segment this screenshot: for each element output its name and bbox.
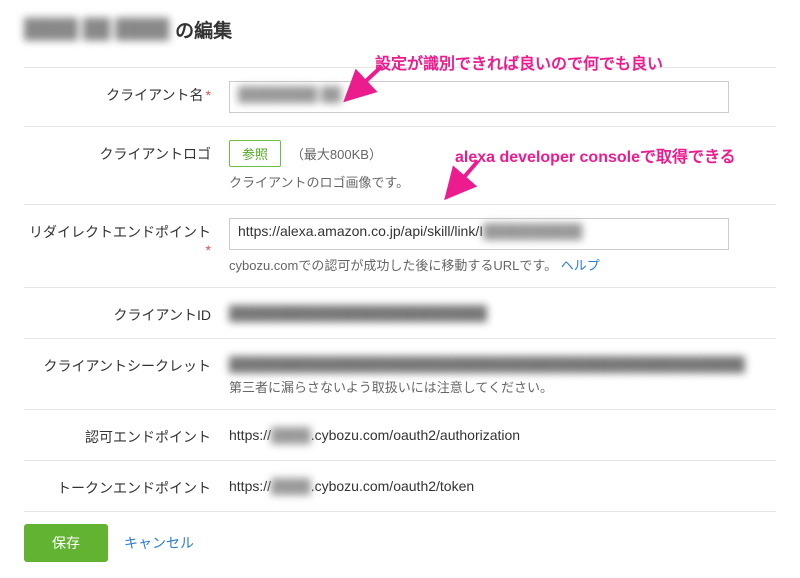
page-title-redacted: ████ ██ ████ <box>24 19 169 41</box>
row-client-name: クライアント名* ████████ ██ <box>24 67 776 126</box>
row-client-id: クライアントID ██████████████████████████ <box>24 287 776 338</box>
label-client-logo: クライアントロゴ <box>24 140 229 164</box>
token-endpoint-value: https://████.cybozu.com/oauth2/token <box>229 474 766 494</box>
help-link[interactable]: ヘルプ <box>561 258 600 273</box>
row-token-endpoint: トークンエンドポイント https://████.cybozu.com/oaut… <box>24 460 776 511</box>
redirect-endpoint-help: cybozu.comでの認可が成功した後に移動するURLです。 ヘルプ <box>229 255 766 274</box>
row-client-secret: クライアントシークレット ███████████████████████████… <box>24 338 776 409</box>
page-title: ████ ██ ████ の編集 <box>24 16 776 43</box>
client-id-value: ██████████████████████████ <box>229 301 766 321</box>
row-redirect-endpoint: リダイレクトエンドポイント* https://alexa.amazon.co.j… <box>24 204 776 287</box>
label-client-name: クライアント名* <box>24 81 229 105</box>
max-size-note: （最大800KB） <box>291 147 382 162</box>
label-auth-endpoint: 認可エンドポイント <box>24 423 229 447</box>
label-client-id: クライアントID <box>24 301 229 325</box>
client-logo-help: クライアントのロゴ画像です。 <box>229 172 766 191</box>
label-redirect-endpoint: リダイレクトエンドポイント* <box>24 218 229 258</box>
label-client-secret: クライアントシークレット <box>24 352 229 376</box>
row-auth-endpoint: 認可エンドポイント https://████.cybozu.com/oauth2… <box>24 409 776 460</box>
redirect-endpoint-input[interactable]: https://alexa.amazon.co.jp/api/skill/lin… <box>229 218 729 250</box>
browse-button[interactable]: 参照 <box>229 140 281 167</box>
label-token-endpoint: トークンエンドポイント <box>24 474 229 498</box>
client-secret-help: 第三者に漏らさないよう取扱いには注意してください。 <box>229 377 766 396</box>
footer-actions: 保存 キャンセル <box>24 511 776 578</box>
auth-endpoint-value: https://████.cybozu.com/oauth2/authoriza… <box>229 423 766 443</box>
client-name-input[interactable]: ████████ ██ <box>229 81 729 113</box>
row-client-logo: クライアントロゴ 参照 （最大800KB） クライアントのロゴ画像です。 <box>24 126 776 204</box>
page-title-suffix: の編集 <box>175 16 232 43</box>
cancel-link[interactable]: キャンセル <box>124 533 194 553</box>
client-secret-value: ████████████████████████████████████████… <box>229 352 766 372</box>
save-button[interactable]: 保存 <box>24 524 108 562</box>
